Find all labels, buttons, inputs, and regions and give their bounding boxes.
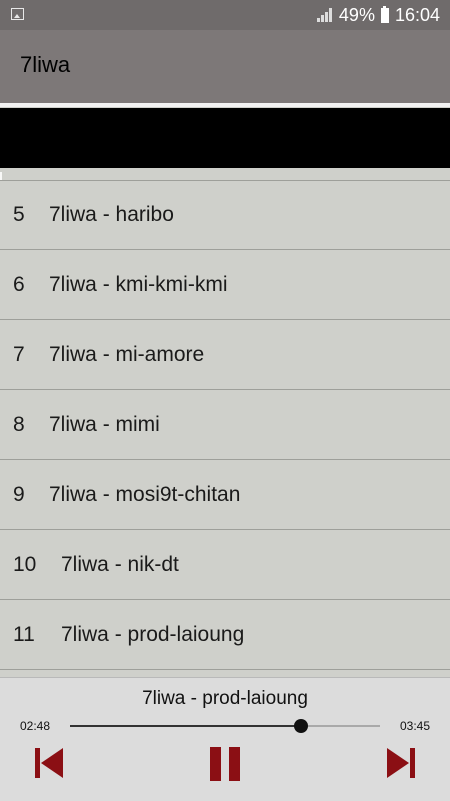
track-row[interactable]: 10 7liwa - nik-dt xyxy=(0,530,450,600)
signal-icon xyxy=(316,8,333,22)
track-row[interactable]: 9 7liwa - mosi9t-chitan xyxy=(0,460,450,530)
track-number: 6 xyxy=(13,272,25,296)
track-number: 11 xyxy=(13,622,35,646)
now-playing-title: 7liwa - prod-laioung xyxy=(142,688,308,709)
divider xyxy=(0,103,450,107)
track-row[interactable]: 6 7liwa - kmi-kmi-kmi xyxy=(0,250,450,320)
track-title: 7liwa - haribo xyxy=(49,203,174,226)
seek-progress xyxy=(70,725,301,727)
status-bar: 49% 16:04 xyxy=(0,0,450,30)
track-title: 7liwa - nik-dt xyxy=(61,552,179,576)
track-title: 7liwa - kmi-kmi-kmi xyxy=(49,272,228,296)
track-title: 7liwa - prod-laioung xyxy=(61,622,245,646)
track-title: 7liwa - mi-amore xyxy=(49,342,205,366)
track-row[interactable]: 8 7liwa - mimi xyxy=(0,390,450,460)
track-row[interactable]: 11 7liwa - prod-laioung xyxy=(0,600,450,670)
clock: 16:04 xyxy=(394,4,440,25)
track-title: 7liwa - mosi9t-chitan xyxy=(49,482,241,506)
battery-icon xyxy=(380,5,389,23)
app-bar: 7liwa xyxy=(0,30,450,103)
skip-previous-icon[interactable] xyxy=(35,748,63,778)
skip-next-icon[interactable] xyxy=(387,748,415,778)
battery-percent: 49% xyxy=(338,4,375,25)
track-number: 8 xyxy=(13,412,25,436)
track-title: 7liwa - mimi xyxy=(49,412,160,436)
seek-thumb[interactable] xyxy=(293,719,308,733)
pause-icon[interactable] xyxy=(210,747,240,781)
track-list[interactable]: 5 7liwa - haribo 6 7liwa - kmi-kmi-kmi 7… xyxy=(0,180,450,670)
total-time: 03:45 xyxy=(399,719,430,733)
track-number: 7 xyxy=(13,342,25,366)
track-number: 9 xyxy=(13,482,25,506)
page-title: 7liwa xyxy=(20,52,71,77)
track-number: 10 xyxy=(13,552,37,576)
track-number: 5 xyxy=(13,203,25,226)
ad-banner[interactable] xyxy=(0,108,450,168)
image-icon xyxy=(11,8,24,20)
current-time: 02:48 xyxy=(20,719,51,733)
status-right: 49% 16:04 xyxy=(316,0,440,30)
track-row[interactable]: 5 7liwa - haribo xyxy=(0,180,450,250)
track-row[interactable]: 7 7liwa - mi-amore xyxy=(0,320,450,390)
seek-bar[interactable] xyxy=(70,719,380,733)
player-panel: 7liwa - prod-laioung 02:48 03:45 xyxy=(0,677,450,801)
